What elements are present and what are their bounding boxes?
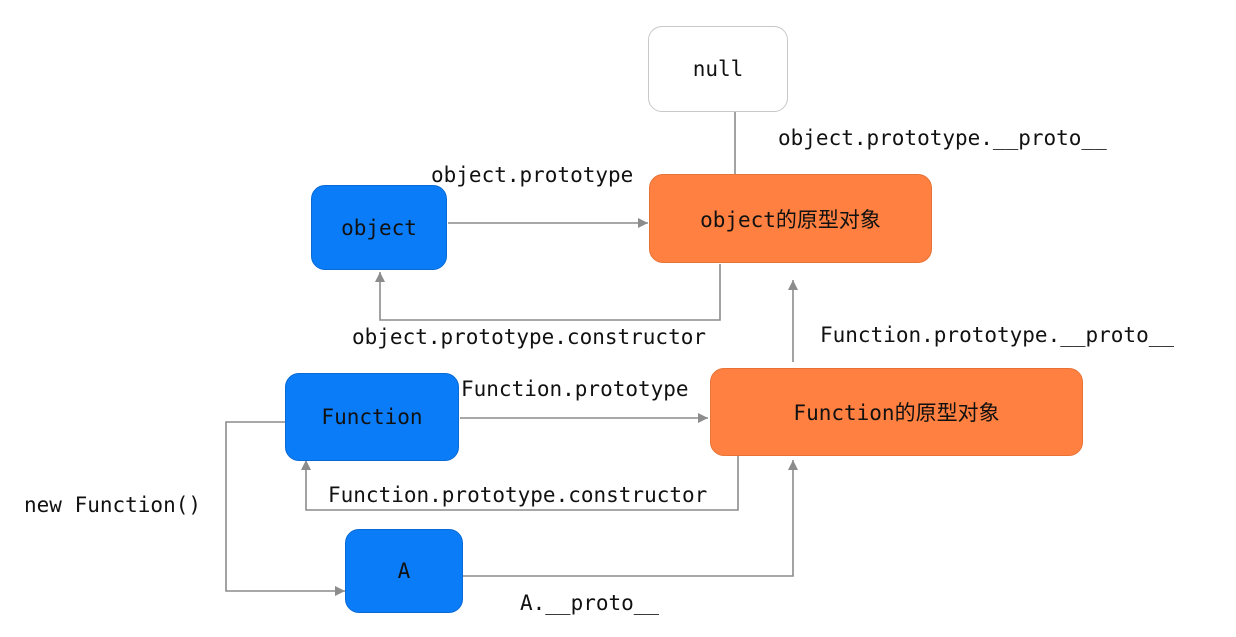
object-node-label: object: [341, 215, 417, 240]
edge-label-function-prototype: Function.prototype: [461, 377, 689, 401]
function-prototype-node-label: Function的原型对象: [793, 401, 1000, 425]
edge-label-function-prototype-proto: Function.prototype.__proto__: [820, 323, 1175, 347]
prototype-chain-diagram: null object object的原型对象 Function Functio…: [0, 0, 1236, 637]
edge-label-a-proto: A.__proto__: [520, 591, 660, 615]
function-node: Function: [285, 373, 459, 461]
function-prototype-node: Function的原型对象: [710, 368, 1083, 456]
a-node: A: [345, 529, 463, 613]
null-node: null: [648, 26, 788, 112]
edge-label-object-prototype-constructor: object.prototype.constructor: [352, 325, 707, 349]
edge-label-object-prototype-proto: object.prototype.__proto__: [778, 126, 1107, 150]
object-node: object: [311, 185, 447, 270]
object-prototype-node-label: object的原型对象: [700, 207, 881, 232]
edge-label-new-function: new Function(): [24, 493, 202, 517]
arrow-a-proto: [463, 460, 798, 577]
object-prototype-node: object的原型对象: [649, 174, 932, 263]
function-node-label: Function: [321, 405, 423, 429]
arrow-object-proto-constructor: [375, 264, 721, 321]
edge-label-function-prototype-constructor: Function.prototype.constructor: [328, 483, 708, 507]
null-node-label: null: [692, 57, 744, 81]
a-node-label: A: [397, 559, 411, 583]
connector-layer: [225, 100, 798, 596]
edge-label-object-prototype: object.prototype: [431, 163, 634, 187]
